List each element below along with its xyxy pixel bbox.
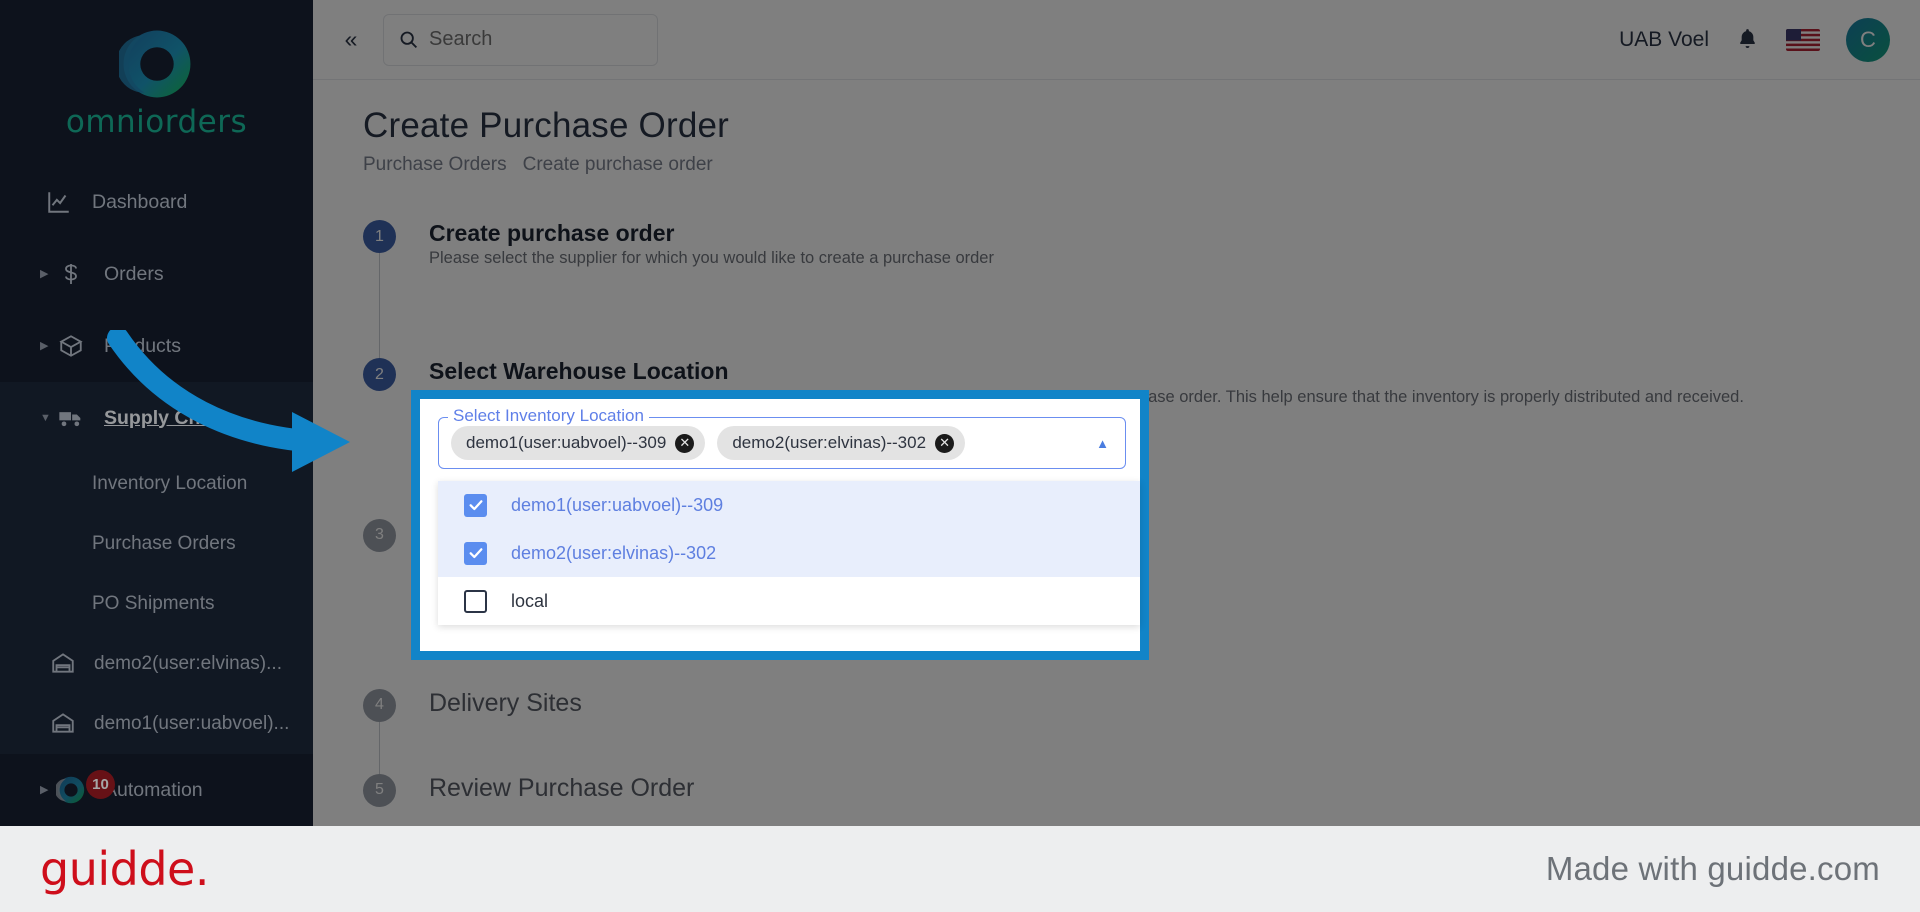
page-header: Create Purchase Order Purchase Orders Cr…: [313, 80, 1920, 176]
sidebar: omniorders Dashboard ▶ Orders ▶ Products…: [0, 0, 313, 826]
dollar-icon: [56, 259, 86, 289]
option-row[interactable]: demo2(user:elvinas)--302: [438, 529, 1140, 577]
sidebar-item-inventory-location[interactable]: Inventory Location: [0, 454, 313, 514]
brand-name: omniorders: [65, 104, 248, 140]
us-flag-icon[interactable]: [1786, 28, 1820, 51]
guidde-logo: guidde.: [40, 842, 209, 896]
sidebar-item-label: Orders: [104, 262, 164, 285]
checkbox-checked-icon[interactable]: [464, 541, 487, 565]
search-input[interactable]: [429, 28, 643, 51]
topbar-actions: UAB Voel C: [1619, 17, 1920, 62]
sidebar-item-dashboard[interactable]: Dashboard: [0, 166, 313, 238]
step-description: Please select the supplier for which you…: [429, 249, 994, 268]
step-title: Select Warehouse Location: [429, 358, 729, 385]
sidebar-item-supply-chain[interactable]: ▼ Supply Chain: [0, 382, 313, 454]
sidebar-warehouse-label: demo1(user:uabvoel)...: [94, 713, 290, 734]
truck-icon: [56, 403, 86, 433]
chevron-down-icon: ▼: [40, 411, 51, 424]
box-icon: [56, 331, 86, 361]
sidebar-item-warehouse-demo2[interactable]: demo2(user:elvinas)...: [0, 634, 313, 694]
brand-logo[interactable]: omniorders: [0, 0, 313, 140]
close-circle-icon[interactable]: ✕: [675, 433, 695, 453]
made-with-guidde: Made with guidde.com: [1545, 850, 1880, 887]
selected-chip: demo2(user:elvinas)--302 ✕: [717, 426, 966, 460]
option-label: demo1(user:uabvoel)--309: [511, 494, 724, 515]
warehouse-icon: [50, 650, 78, 678]
avatar[interactable]: C: [1846, 17, 1890, 62]
select-inventory-location-legend: Select Inventory Location: [448, 407, 649, 424]
step-number: 3: [363, 518, 396, 552]
step-5: 5 Review Purchase Order: [363, 773, 1920, 807]
option-row[interactable]: local: [438, 577, 1140, 625]
chevron-right-icon: ▶: [40, 783, 49, 796]
step-rail: [379, 721, 380, 774]
checkbox-unchecked-icon[interactable]: [464, 589, 487, 613]
step-title: Delivery Sites: [429, 688, 582, 717]
guidde-footer: guidde. Made with guidde.com: [0, 826, 1920, 912]
automation-logo-icon: [56, 775, 86, 805]
chip-label: demo1(user:uabvoel)--309: [466, 433, 667, 452]
step-number: 5: [363, 773, 396, 807]
option-row[interactable]: demo1(user:uabvoel)--309: [438, 481, 1140, 529]
sidebar-subitem-label: PO Shipments: [92, 593, 215, 614]
step-number: 4: [363, 688, 396, 722]
sidebar-item-label: Dashboard: [92, 190, 188, 213]
search-icon: [398, 29, 419, 50]
sidebar-subitem-label: Inventory Location: [92, 473, 248, 494]
top-bar: « UAB Voel: [313, 0, 1920, 80]
step-number: 2: [363, 358, 396, 392]
close-circle-icon[interactable]: ✕: [935, 433, 955, 453]
sidebar-subitem-label: Purchase Orders: [92, 533, 236, 554]
sidebar-item-products[interactable]: ▶ Products: [0, 310, 313, 382]
app-root: omniorders Dashboard ▶ Orders ▶ Products…: [0, 0, 1920, 912]
checkbox-checked-icon[interactable]: [464, 493, 487, 517]
breadcrumb-item-create[interactable]: Create purchase order: [523, 154, 713, 176]
sidebar-item-label: Products: [104, 334, 181, 357]
sidebar-item-automation[interactable]: ▶ 10 Automation: [0, 754, 313, 826]
step-title: Create purchase order: [429, 220, 675, 246]
organization-name: UAB Voel: [1619, 27, 1709, 51]
sidebar-nav: Dashboard ▶ Orders ▶ Products ▼ Supply C…: [0, 166, 313, 826]
chart-line-icon: [44, 187, 74, 217]
option-label: local: [511, 590, 549, 611]
step-1: 1 Create purchase order Please select th…: [363, 220, 1920, 359]
bell-icon[interactable]: [1735, 27, 1760, 52]
sidebar-item-warehouse-demo1[interactable]: demo1(user:uabvoel)...: [0, 694, 313, 754]
step-number: 1: [363, 220, 396, 253]
option-label: demo2(user:elvinas)--302: [511, 542, 717, 563]
sidebar-item-label: Supply Chain: [104, 406, 229, 429]
omniorders-logo-icon: [118, 30, 190, 98]
step-body: [429, 268, 1920, 322]
chip-label: demo2(user:elvinas)--302: [732, 433, 927, 452]
sidebar-warehouse-label: demo2(user:elvinas)...: [94, 653, 282, 674]
application-screen: omniorders Dashboard ▶ Orders ▶ Products…: [0, 0, 1920, 826]
sidebar-item-po-shipments[interactable]: PO Shipments: [0, 574, 313, 634]
chevron-double-left-icon[interactable]: «: [333, 22, 369, 58]
automation-badge: 10: [86, 770, 115, 799]
step-rail: [379, 253, 380, 359]
step-4: 4 Delivery Sites: [363, 688, 1920, 774]
warehouse-icon: [50, 710, 78, 738]
sidebar-item-orders[interactable]: ▶ Orders: [0, 238, 313, 310]
selected-chip: demo1(user:uabvoel)--309 ✕: [451, 426, 706, 460]
breadcrumb-item-purchase-orders[interactable]: Purchase Orders: [363, 154, 507, 176]
sidebar-item-label: Automation: [104, 778, 203, 801]
inventory-location-options: demo1(user:uabvoel)--309 demo2(user:elvi…: [438, 481, 1140, 625]
chevron-up-icon[interactable]: ▲: [1096, 436, 1113, 451]
page-title: Create Purchase Order: [363, 106, 730, 145]
chevron-right-icon: ▶: [40, 339, 49, 352]
sidebar-item-purchase-orders[interactable]: Purchase Orders: [0, 514, 313, 574]
inventory-location-highlight: Select Inventory Location demo1(user:uab…: [411, 390, 1149, 660]
breadcrumb: Purchase Orders Create purchase order: [363, 154, 1920, 176]
search-box[interactable]: [383, 13, 658, 66]
chevron-right-icon: ▶: [40, 267, 49, 280]
step-title: Review Purchase Order: [429, 773, 695, 802]
